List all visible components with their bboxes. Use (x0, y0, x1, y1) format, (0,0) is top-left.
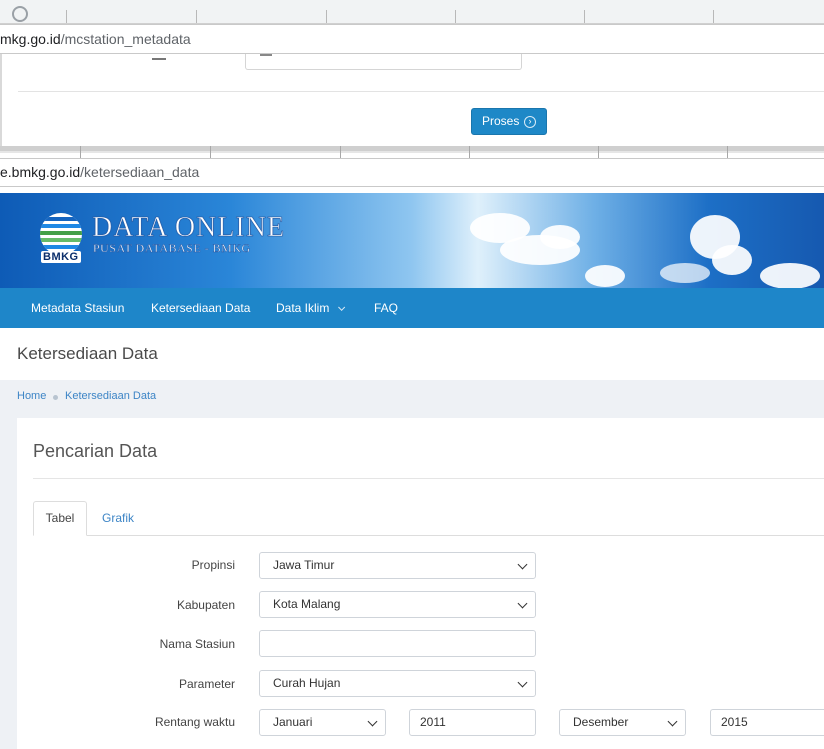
proses-label: Proses (482, 114, 520, 128)
browser-icon (12, 6, 28, 22)
main-nav: Metadata Stasiun Ketersediaan Data Data … (0, 288, 824, 328)
address-bar[interactable]: mkg.go.id/mcstation_metadata (0, 24, 824, 54)
divider (584, 10, 585, 23)
breadcrumb-home[interactable]: Home (17, 390, 46, 402)
rentang-waktu-label: Rentang waktu (154, 715, 235, 729)
end-year-input[interactable]: 2015 (710, 709, 824, 736)
propinsi-label: Propinsi (191, 558, 235, 572)
cloud-decoration (540, 225, 580, 249)
url-path: /mcstation_metadata (60, 31, 191, 47)
site-banner: BMKG DATA ONLINE PUSAT DATABASE - BMKG (0, 193, 824, 288)
bmkg-globe-icon (40, 213, 82, 255)
cloud-decoration (660, 263, 710, 283)
divider (326, 10, 327, 23)
page-title: Ketersediaan Data (17, 344, 158, 363)
chevron-down-icon (517, 559, 528, 570)
cropped-field[interactable] (245, 54, 522, 70)
previous-form-fragment: Proses › (0, 54, 824, 146)
tab-tabel[interactable]: Tabel (33, 501, 87, 536)
chevron-down-icon (517, 598, 528, 609)
propinsi-select[interactable]: Jawa Timur (259, 552, 536, 579)
cloud-decoration (585, 265, 625, 287)
cloud-decoration (712, 245, 752, 275)
end-month-select[interactable]: Desember (559, 709, 686, 736)
divider (713, 10, 714, 23)
start-year-input[interactable]: 2011 (409, 709, 536, 736)
nama-stasiun-input[interactable] (259, 630, 536, 657)
parameter-label: Parameter (178, 677, 235, 691)
screenshot-composite: mkg.go.id/mcstation_metadata Proses › e.… (0, 0, 824, 749)
chevron-down-icon (367, 716, 378, 727)
parameter-select[interactable]: Curah Hujan (259, 670, 536, 697)
divider (0, 54, 2, 146)
end-month-value: Desember (573, 715, 629, 729)
breadcrumb-current[interactable]: Ketersediaan Data (65, 390, 156, 402)
site-subtitle: PUSAT DATABASE - BMKG (93, 241, 251, 255)
breadcrumb: Home Ketersediaan Data (0, 380, 824, 416)
divider (66, 10, 67, 23)
search-card: Pencarian Data Tabel Grafik Propinsi Jaw… (17, 418, 824, 749)
chevron-down-icon (517, 677, 528, 688)
chevron-down-icon (338, 303, 346, 311)
site-title: DATA ONLINE (92, 212, 286, 244)
parameter-value: Curah Hujan (273, 676, 341, 690)
kabupaten-label: Kabupaten (176, 598, 235, 612)
site-logo[interactable]: BMKG DATA ONLINE PUSAT DATABASE - BMKG (40, 211, 284, 271)
url-host: e.bmkg.go.id (0, 164, 81, 180)
address-bar[interactable]: e.bmkg.go.id/ketersediaan_data (0, 158, 824, 187)
browser-tab-strip (0, 0, 824, 24)
cloud-decoration (760, 263, 820, 288)
nav-item-faq[interactable]: FAQ (374, 288, 398, 328)
tabs-baseline (33, 535, 824, 536)
chevron-down-icon (667, 716, 678, 727)
kabupaten-value: Kota Malang (273, 597, 341, 611)
divider (196, 10, 197, 23)
nav-item-data-iklim[interactable]: Data Iklim (276, 288, 346, 328)
proses-button[interactable]: Proses › (471, 108, 547, 135)
nav-item-ketersediaan-data[interactable]: Ketersediaan Data (151, 288, 250, 328)
kabupaten-select[interactable]: Kota Malang (259, 591, 536, 618)
breadcrumb-separator-icon (53, 395, 58, 400)
page-header: Ketersediaan Data (0, 328, 824, 380)
start-month-select[interactable]: Januari (259, 709, 386, 736)
start-month-value: Januari (273, 715, 313, 729)
tab-grafik[interactable]: Grafik (102, 502, 134, 535)
arrow-right-circle-icon: › (524, 116, 536, 128)
cropped-label (152, 56, 166, 60)
url-path: /ketersediaan_data (80, 164, 200, 180)
propinsi-value: Jawa Timur (273, 558, 335, 572)
nav-item-metadata-stasiun[interactable]: Metadata Stasiun (31, 288, 124, 328)
divider (455, 10, 456, 23)
divider (33, 478, 824, 479)
logo-bmkg-text: BMKG (41, 251, 81, 263)
screenshot-separator (0, 146, 824, 158)
divider (18, 91, 824, 92)
url-host: mkg.go.id (0, 31, 61, 47)
nama-stasiun-label: Nama Stasiun (159, 637, 235, 651)
card-title: Pencarian Data (33, 441, 158, 461)
